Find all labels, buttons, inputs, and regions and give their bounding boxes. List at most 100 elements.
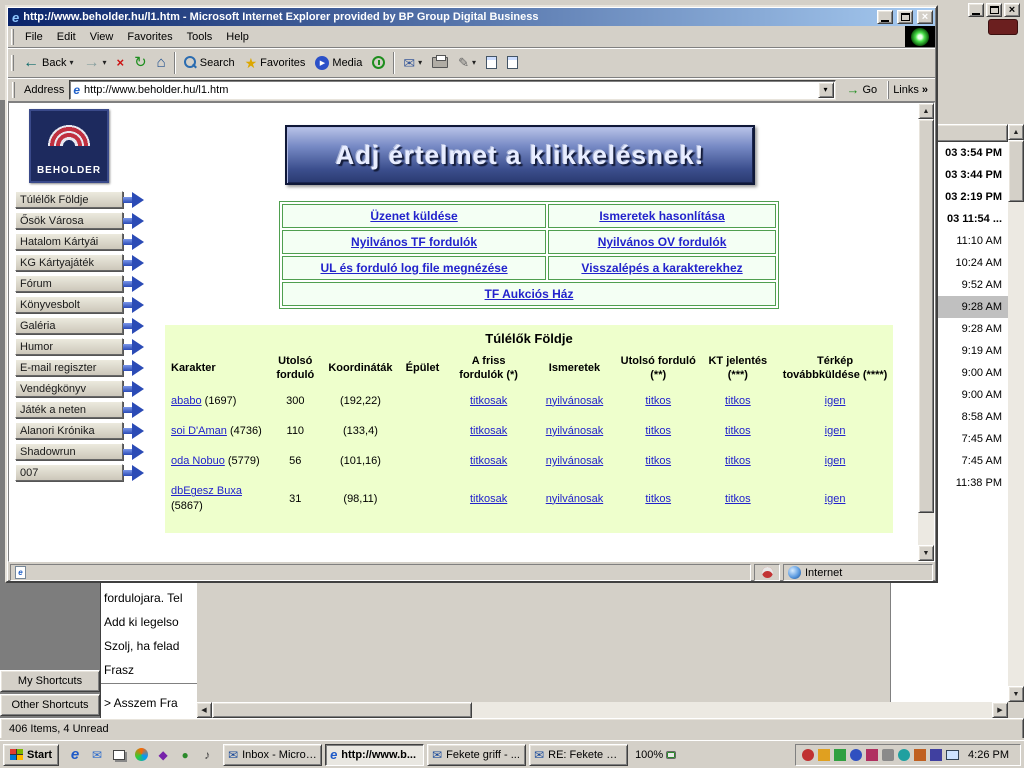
map-forward-link[interactable]: igen: [825, 455, 846, 467]
bg-maximize-button[interactable]: [986, 3, 1002, 17]
scroll-left-icon[interactable]: ◀: [196, 702, 212, 718]
outlook-horizontal-scrollbar[interactable]: ◀ ▶: [196, 702, 1008, 718]
task-button-inbox[interactable]: ✉ Inbox - Micros...: [223, 744, 322, 766]
map-forward-link[interactable]: igen: [825, 425, 846, 437]
link-nyilvanos-tf-fordulok[interactable]: Nyilvános TF fordulók: [351, 235, 477, 249]
map-forward-link[interactable]: igen: [825, 493, 846, 505]
link-nyilvanos-ov-fordulok[interactable]: Nyilvános OV fordulók: [598, 235, 727, 249]
bg-close-button[interactable]: ×: [1004, 3, 1020, 17]
task-button-message[interactable]: ✉ Fekete griff - ...: [427, 744, 526, 766]
print-button[interactable]: [427, 50, 453, 76]
fresh-turns-link[interactable]: titkosak: [470, 455, 507, 467]
address-input[interactable]: e http://www.beholder.hu/l1.htm ▾: [69, 80, 835, 100]
forward-button[interactable]: → ▾: [78, 50, 111, 76]
map-forward-link[interactable]: igen: [825, 395, 846, 407]
knowledge-link[interactable]: nyilvánosak: [546, 425, 603, 437]
nav-item-galeria[interactable]: Galéria: [15, 317, 145, 334]
last-turn-link[interactable]: titkos: [645, 493, 671, 505]
scroll-down-icon[interactable]: ▼: [1008, 686, 1024, 702]
tray-icon[interactable]: [834, 749, 846, 761]
scrollbar-thumb[interactable]: [1008, 140, 1024, 202]
close-button[interactable]: ×: [917, 10, 933, 24]
stop-button[interactable]: ×: [112, 50, 130, 76]
other-shortcuts-button[interactable]: Other Shortcuts: [0, 694, 100, 716]
nav-item-email-regiszter[interactable]: E-mail regiszter: [15, 359, 145, 376]
menu-help[interactable]: Help: [219, 28, 256, 46]
scroll-up-icon[interactable]: ▲: [1008, 124, 1024, 140]
tray-icon[interactable]: [898, 749, 910, 761]
link-log-file-megnezese[interactable]: UL és forduló log file megnézése: [320, 261, 507, 275]
nav-item-humor[interactable]: Humor: [15, 338, 145, 355]
nav-item-vendegkonyv[interactable]: Vendégkönyv: [15, 380, 145, 397]
menu-favorites[interactable]: Favorites: [120, 28, 179, 46]
quick-launch-ie-icon[interactable]: e: [66, 746, 84, 764]
nav-item-alanori-kronika[interactable]: Alanori Krónika: [15, 422, 145, 439]
nav-item-osok-varosa[interactable]: Ősök Városa: [15, 212, 145, 229]
pane-divider[interactable]: [101, 683, 197, 685]
quick-launch-mail-icon[interactable]: ✉: [88, 746, 106, 764]
outlook-vertical-scrollbar[interactable]: ▲ ▼: [1008, 124, 1024, 702]
refresh-button[interactable]: ↻: [129, 50, 152, 76]
tray-icon[interactable]: [866, 749, 878, 761]
titlebar[interactable]: e http://www.beholder.hu/l1.htm - Micros…: [8, 8, 935, 26]
quick-launch-icon[interactable]: ♪: [198, 746, 216, 764]
nav-item-shadowrun[interactable]: Shadowrun: [15, 443, 145, 460]
scroll-right-icon[interactable]: ▶: [992, 702, 1008, 718]
volume-icon[interactable]: [882, 749, 894, 761]
fresh-turns-link[interactable]: titkosak: [470, 493, 507, 505]
last-turn-link[interactable]: titkos: [645, 455, 671, 467]
my-shortcuts-button[interactable]: My Shortcuts: [0, 670, 100, 692]
home-button[interactable]: ⌂: [152, 50, 171, 76]
nav-item-konyvesbolt[interactable]: Könyvesbolt: [15, 296, 145, 313]
power-meter[interactable]: 100%: [631, 749, 680, 761]
scrollbar-thumb[interactable]: [918, 119, 934, 513]
tray-icon[interactable]: [914, 749, 926, 761]
character-link[interactable]: oda Nobuo: [171, 455, 225, 467]
nav-item-007[interactable]: 007: [15, 464, 145, 481]
edit-button[interactable]: ✎ ▾: [453, 50, 481, 76]
nav-item-jatek-a-neten[interactable]: Játék a neten: [15, 401, 145, 418]
scroll-up-icon[interactable]: ▲: [918, 103, 934, 119]
quick-launch-icon[interactable]: ●: [176, 746, 194, 764]
display-icon[interactable]: [946, 750, 959, 760]
toolbar-grip[interactable]: [11, 55, 14, 71]
menu-edit[interactable]: Edit: [50, 28, 83, 46]
history-button[interactable]: [367, 50, 390, 76]
character-link[interactable]: soi D'Aman: [171, 425, 227, 437]
favorites-button[interactable]: ★ Favorites: [240, 50, 311, 76]
scrollbar-thumb[interactable]: [212, 702, 472, 718]
knowledge-link[interactable]: nyilvánosak: [546, 493, 603, 505]
nav-item-kg-kartyajatek[interactable]: KG Kártyajáték: [15, 254, 145, 271]
fresh-turns-link[interactable]: titkosak: [470, 395, 507, 407]
red-toolbar-icon[interactable]: [988, 19, 1018, 35]
knowledge-link[interactable]: nyilvánosak: [546, 455, 603, 467]
knowledge-link[interactable]: nyilvánosak: [546, 395, 603, 407]
address-dropdown-button[interactable]: ▾: [818, 82, 834, 98]
discuss-button[interactable]: [481, 50, 502, 76]
menu-file[interactable]: File: [18, 28, 50, 46]
media-button[interactable]: ▶ Media: [310, 50, 367, 76]
task-button-ie-active[interactable]: e http://www.b...: [325, 744, 424, 766]
link-ismeretek-hasonlitasa[interactable]: Ismeretek hasonlítása: [599, 209, 724, 223]
start-button[interactable]: Start: [3, 744, 59, 766]
link-visszalepes-karakterekhez[interactable]: Visszalépés a karakterekhez: [581, 261, 742, 275]
beholder-logo[interactable]: BEHOLDER: [29, 109, 109, 183]
kt-report-link[interactable]: titkos: [725, 493, 751, 505]
bg-minimize-button[interactable]: [968, 3, 984, 17]
character-link[interactable]: dbEgesz Buxa: [171, 485, 242, 497]
menu-view[interactable]: View: [83, 28, 121, 46]
menu-tools[interactable]: Tools: [180, 28, 220, 46]
go-button[interactable]: → Go: [841, 80, 884, 100]
tray-icon[interactable]: [930, 749, 942, 761]
messenger-button[interactable]: [502, 50, 523, 76]
last-turn-link[interactable]: titkos: [645, 395, 671, 407]
kt-report-link[interactable]: titkos: [725, 455, 751, 467]
scroll-down-icon[interactable]: ▼: [918, 545, 934, 561]
minimize-button[interactable]: [877, 10, 893, 24]
nav-item-tulelok-foldje[interactable]: Túlélők Földje: [15, 191, 145, 208]
tray-icon[interactable]: [802, 749, 814, 761]
search-button[interactable]: Search: [179, 50, 240, 76]
last-turn-link[interactable]: titkos: [645, 425, 671, 437]
toolbar-grip[interactable]: [11, 29, 14, 45]
fresh-turns-link[interactable]: titkosak: [470, 425, 507, 437]
